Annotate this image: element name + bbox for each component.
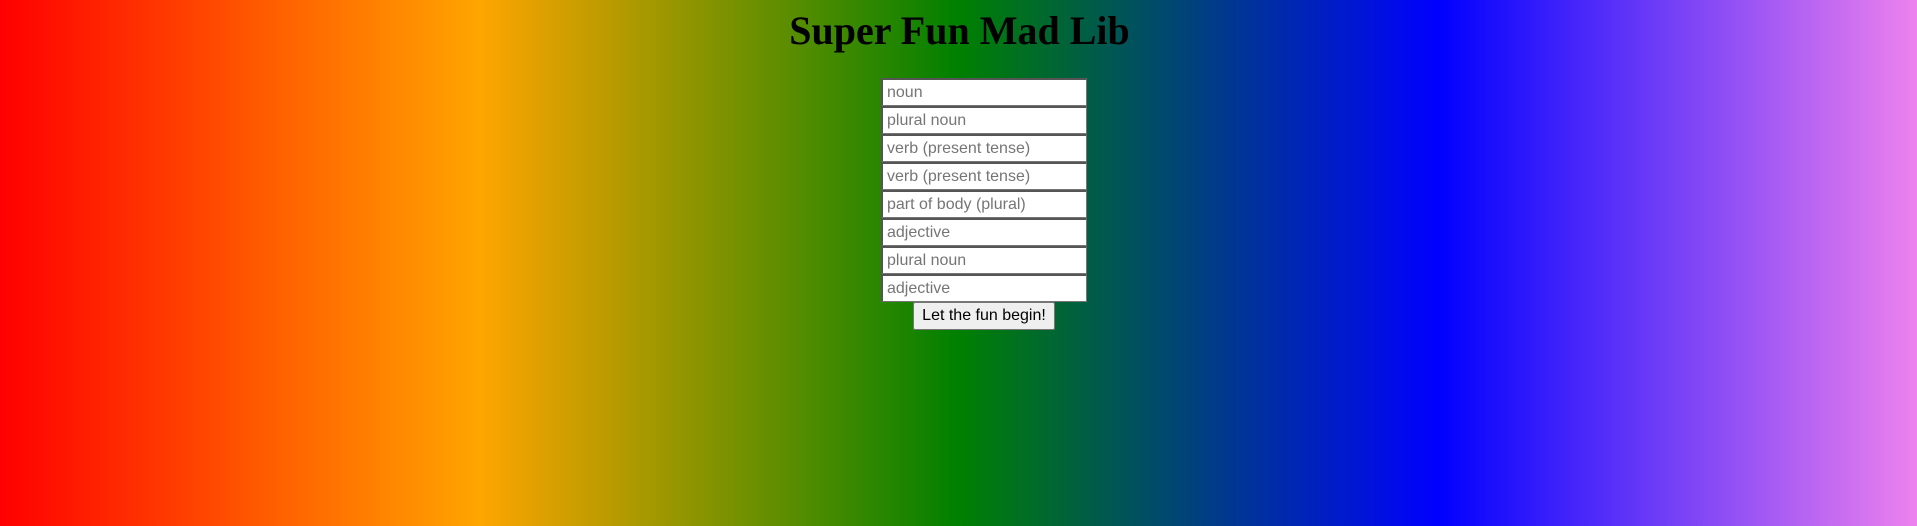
plural-noun-input-2[interactable] [881, 246, 1087, 274]
submit-button[interactable]: Let the fun begin! [913, 302, 1055, 330]
page-title: Super Fun Mad Lib [789, 8, 1130, 53]
noun-input[interactable] [881, 78, 1087, 106]
verb-present-input-2[interactable] [881, 162, 1087, 190]
madlib-form: Let the fun begin! [881, 78, 1087, 330]
adjective-input-2[interactable] [881, 274, 1087, 302]
body-part-plural-input[interactable] [881, 190, 1087, 218]
verb-present-input[interactable] [881, 134, 1087, 162]
plural-noun-input[interactable] [881, 106, 1087, 134]
adjective-input[interactable] [881, 218, 1087, 246]
